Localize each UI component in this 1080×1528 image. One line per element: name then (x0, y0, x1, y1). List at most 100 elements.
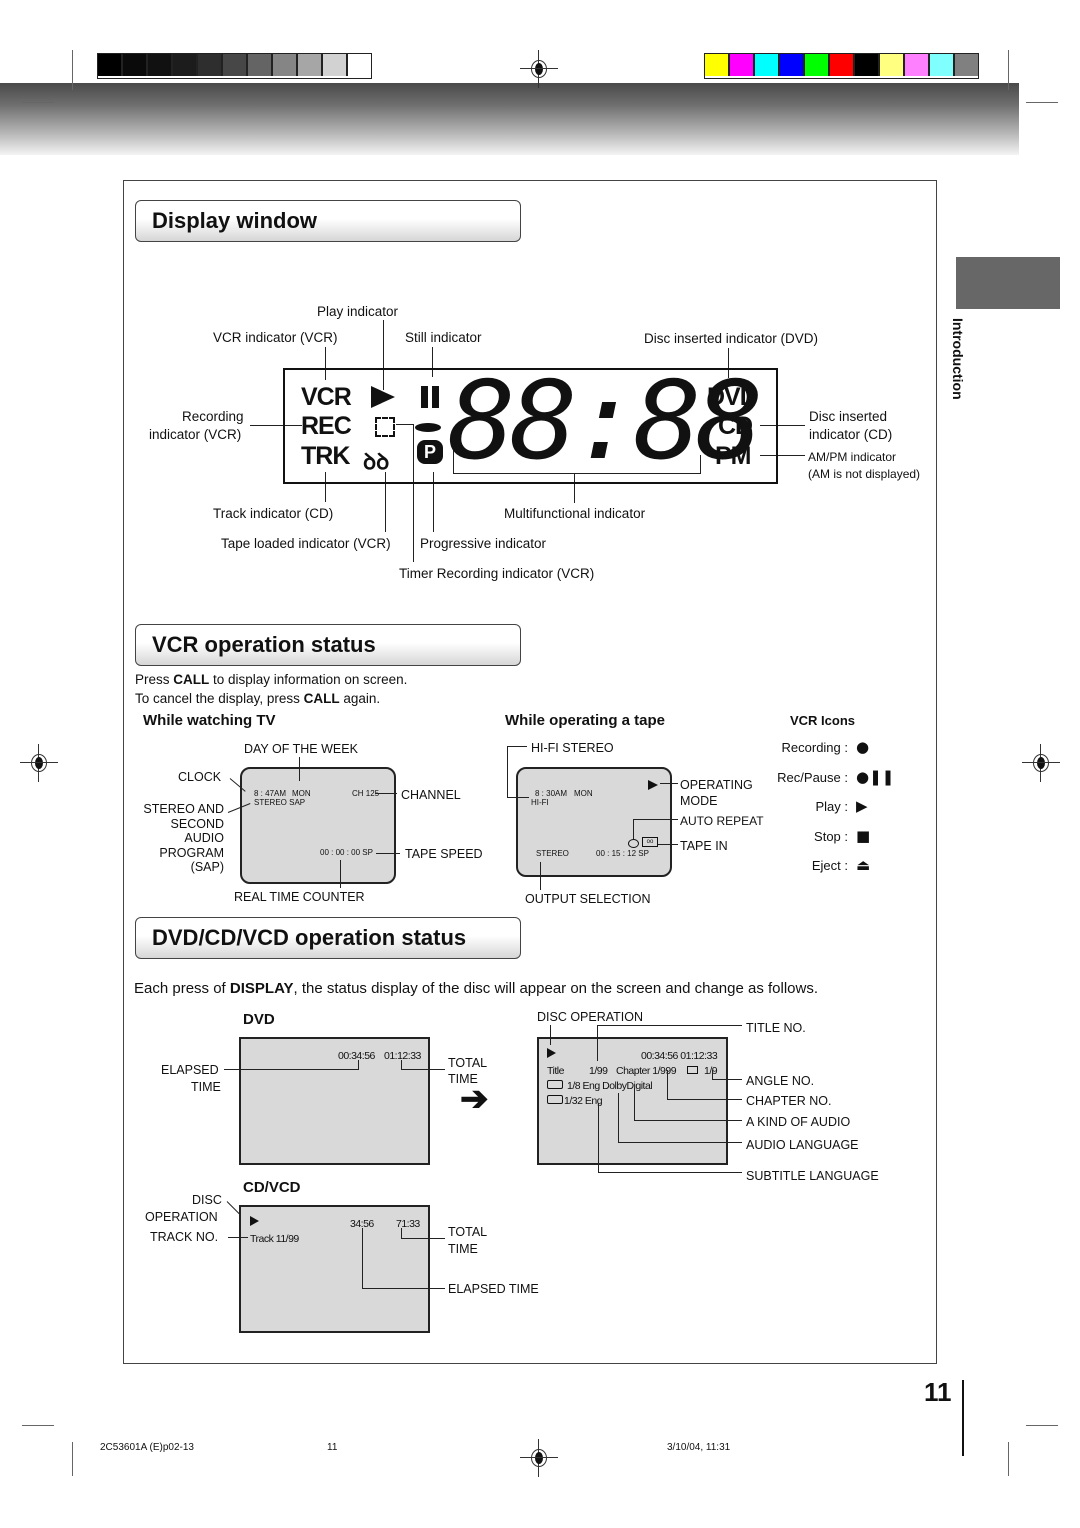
label-operating-mode-1: OPERATING (680, 778, 753, 792)
osd-counter: 00 : 00 : 00 SP (320, 848, 373, 857)
osd-track: Track 11/99 (250, 1233, 299, 1245)
section-heading-dvd-status: DVD/CD/VCD operation status (135, 917, 521, 959)
leader-line (712, 1079, 742, 1080)
osd-tape-in-icon: oo (642, 837, 658, 847)
label-track-no: TRACK NO. (150, 1230, 219, 1244)
osd-play-icon (250, 1216, 259, 1226)
label-real-time-counter: REAL TIME COUNTER (234, 890, 365, 904)
label-disc-cd-1: Disc inserted (809, 409, 888, 424)
leader-line (598, 1103, 599, 1173)
label-day-of-week: DAY OF THE WEEK (244, 742, 358, 756)
leader-line (597, 1025, 742, 1026)
leader-line (618, 1093, 619, 1143)
operating-tape-heading: While operating a tape (505, 712, 666, 729)
registration-mark-icon (20, 744, 58, 782)
vcr-status-icon: ■ (856, 826, 871, 845)
label-stereo-line: SECOND (170, 816, 224, 831)
leader-line (362, 1228, 363, 1289)
registration-mark-icon (520, 50, 558, 88)
calibration-swatch (755, 54, 780, 76)
calibration-swatch (223, 54, 248, 76)
vcr-icons-heading: VCR Icons (790, 713, 856, 728)
label-recording-2: indicator (VCR) (149, 427, 242, 442)
label-recording-1: Recording (182, 409, 244, 424)
lcd-vcr-indicator: VCR (301, 383, 352, 411)
page-number: 11 (924, 1377, 952, 1407)
osd-play-icon (547, 1048, 556, 1058)
label-chapter-no: CHAPTER NO. (746, 1094, 832, 1108)
section-tab (956, 257, 1060, 309)
leader-line (633, 819, 634, 839)
osd-audio: 1/8 Eng DolbyDigital (567, 1080, 653, 1092)
label-progressive: Progressive indicator (420, 536, 547, 551)
leader-line (507, 746, 508, 797)
label-elapsed-2: TIME (191, 1080, 221, 1094)
label-vcr-indicator: VCR indicator (VCR) (213, 330, 338, 345)
vcr-icon-label: Recording : (781, 740, 848, 755)
osd-play-icon (648, 780, 658, 790)
leader-line (618, 1142, 742, 1143)
label-tape-speed: TAPE SPEED (405, 847, 483, 861)
label-still-indicator: Still indicator (405, 330, 482, 345)
footer-doc-code: 2C53601A (E)p02-13 (100, 1442, 194, 1453)
osd-title-no: 1/99 (589, 1065, 608, 1077)
section-tab-label: Introduction (950, 318, 966, 400)
calibration-swatch (730, 54, 755, 76)
crop-mark (22, 102, 54, 103)
color-calibration-bar (704, 53, 979, 79)
label-ampm-1: AM/PM indicator (808, 450, 897, 464)
leader-line (299, 757, 300, 781)
label-angle-no: ANGLE NO. (746, 1074, 815, 1088)
grayscale-calibration-bar (97, 53, 372, 79)
calibration-swatch (98, 54, 123, 76)
lcd-pm-indicator: PM (715, 442, 751, 470)
lcd-timer-icon (375, 417, 395, 437)
label-auto-repeat: AUTO REPEAT (680, 814, 764, 828)
osd-subtitle-icon (547, 1095, 563, 1104)
osd-day: MON (574, 789, 593, 798)
calibration-swatch (298, 54, 323, 76)
calibration-swatch (273, 54, 298, 76)
vcr-status-icon: ● (856, 738, 870, 756)
leader-line (340, 860, 341, 888)
label-total-2: TIME (448, 1242, 478, 1256)
label-subtitle-language: SUBTITLE LANGUAGE (746, 1169, 879, 1183)
dvd-detail-osd-screen: 00:34:56 01:12:33 Title 1/99 Chapter 1/9… (537, 1037, 728, 1165)
calibration-swatch (348, 54, 371, 76)
vcr-instruction-1: Press CALL to display information on scr… (135, 672, 408, 687)
calibration-swatch (955, 54, 978, 76)
label-stereo-line: AUDIO (184, 831, 224, 845)
cd-vcd-heading: CD/VCD (243, 1179, 301, 1196)
osd-total: 71:33 (396, 1218, 420, 1230)
calibration-swatch (323, 54, 348, 76)
leader-line (358, 1060, 359, 1070)
leader-line (401, 1238, 445, 1239)
label-tape-in: TAPE IN (680, 839, 728, 853)
calibration-swatch (198, 54, 223, 76)
osd-angle: 1/9 (704, 1065, 718, 1077)
calibration-swatch (805, 54, 830, 76)
vcr-status-icon: ●❚❚ (856, 767, 895, 786)
header-gradient-band (0, 83, 1019, 155)
lcd-display-window: VCR REC TRK ꝺꝺ P 88:88 DVD CD PM (283, 362, 778, 484)
label-track-indicator: Track indicator (CD) (213, 506, 334, 521)
osd-hifi: HI-FI (531, 798, 549, 807)
leader-line (376, 853, 400, 854)
calibration-swatch (930, 54, 955, 76)
leader-line (507, 746, 527, 747)
lcd-trk-indicator: TRK (301, 442, 350, 470)
leader-line (540, 862, 541, 890)
cd-osd-screen: 34:56 71:33 Track 11/99 (239, 1205, 430, 1333)
label-timer-recording: Timer Recording indicator (VCR) (399, 566, 595, 581)
osd-total: 01:12:33 (384, 1050, 421, 1062)
osd-time: 00:34:56 01:12:33 (641, 1050, 718, 1062)
watching-tv-heading: While watching TV (143, 712, 276, 729)
label-disc-dvd: Disc inserted indicator (DVD) (644, 331, 819, 346)
lcd-tape-icon: ꝺꝺ (363, 449, 390, 474)
leader-line (224, 1069, 358, 1070)
osd-subtitle: 1/32 Eng (564, 1095, 603, 1107)
calibration-swatch (173, 54, 198, 76)
calibration-swatch (248, 54, 273, 76)
osd-elapsed: 00:34:56 (338, 1050, 375, 1062)
lcd-dvd-indicator: DVD (707, 383, 758, 411)
